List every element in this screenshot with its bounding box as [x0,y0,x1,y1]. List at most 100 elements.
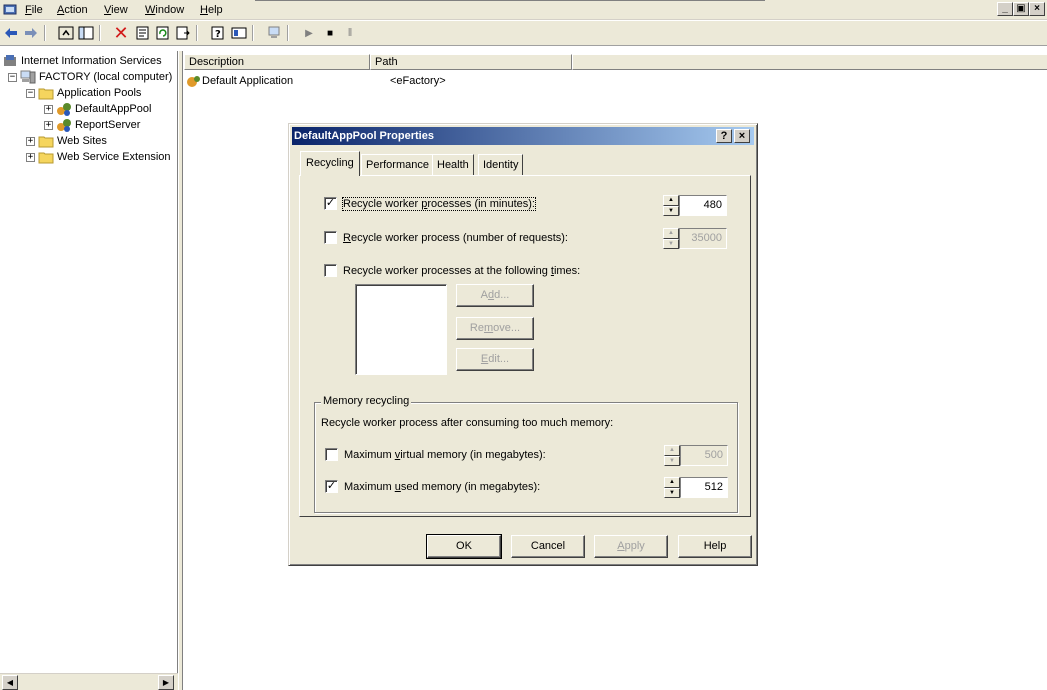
expand-icon[interactable]: + [26,136,35,146]
tree-item-web-sites[interactable]: + Web Sites [26,133,107,149]
toolbar-separator [44,25,46,41]
recycle-minutes-row[interactable]: ✓ Recycle worker processes (in minutes): [324,196,536,211]
recycle-times-row[interactable]: Recycle worker processes at the followin… [324,264,580,277]
max-virtual-checkbox[interactable] [325,448,338,461]
recycle-minutes-value[interactable]: 480 [679,195,727,216]
close-icon[interactable]: × [734,129,750,143]
recycle-minutes-spinner[interactable]: ▲ ▼ 480 [663,195,727,216]
tree-horizontal-scrollbar[interactable]: ◀ ▶ [0,673,178,690]
expand-icon[interactable]: + [26,152,35,162]
spinner-arrows[interactable]: ▲ ▼ [664,477,680,498]
column-header-description[interactable]: Description [184,54,370,70]
back-arrow-icon[interactable] [2,24,20,42]
spinner-arrows[interactable]: ▲ ▼ [664,445,680,466]
tree-item-iis[interactable]: Internet Information Services [2,53,162,69]
max-used-row[interactable]: ✓ Maximum used memory (in megabytes): [325,480,540,493]
minimize-icon[interactable]: _ [997,2,1013,16]
max-used-checkbox[interactable]: ✓ [325,480,338,493]
export-list-icon[interactable] [174,24,192,42]
pause-icon[interactable]: ‖ [341,24,359,42]
app-pool-icon [57,103,71,116]
list-cell-description: Default Application [202,75,294,87]
add-time-button[interactable]: Add... [456,284,534,307]
recycle-requests-row[interactable]: Recycle worker process (number of reques… [324,231,568,244]
spin-down-icon[interactable]: ▼ [664,487,680,498]
spin-down-icon[interactable]: ▼ [664,455,680,466]
tree-item-web-extensions[interactable]: + Web Service Extension [26,149,171,165]
max-virtual-label: Maximum virtual memory (in megabytes): [344,448,546,461]
properties-icon[interactable] [134,24,152,42]
spin-up-icon[interactable]: ▲ [663,228,679,239]
menu-action[interactable]: Action [57,4,88,16]
pane-splitter[interactable] [178,51,183,690]
spin-up-icon[interactable]: ▲ [663,195,679,206]
delete-icon[interactable]: ✕ [112,23,130,43]
computer-icon[interactable] [265,24,283,42]
max-virtual-value[interactable]: 500 [680,445,728,466]
console-tree-icon[interactable] [230,24,248,42]
menu-file[interactable]: File [25,4,43,16]
remove-time-button[interactable]: Remove... [456,317,534,340]
help-icon[interactable]: ? [209,24,227,42]
tree-item-defaultapppool[interactable]: + DefaultAppPool [44,101,152,117]
tree-label: Internet Information Services [21,55,162,67]
spin-up-icon[interactable]: ▲ [664,477,680,488]
stop-icon[interactable]: ■ [321,24,339,42]
tab-performance[interactable]: Performance [361,154,434,175]
tab-recycling[interactable]: Recycling [300,151,360,176]
toolbar-separator [196,25,198,41]
restore-icon[interactable]: ▣ [1013,2,1029,16]
expand-icon[interactable]: + [44,104,53,114]
recycle-requests-value[interactable]: 35000 [679,228,727,249]
max-virtual-row[interactable]: Maximum virtual memory (in megabytes): [325,448,546,461]
tree-label: Web Sites [57,135,107,147]
recycle-times-list[interactable] [355,284,447,375]
menu-view[interactable]: View [104,4,128,16]
folder-icon [38,136,54,148]
memory-description: Recycle worker process after consuming t… [321,417,614,429]
toolbar: ✕ ? ▶ ■ ‖ [0,21,1047,46]
list-row[interactable]: Default Application <eFactory> [186,73,446,89]
play-icon[interactable]: ▶ [300,24,318,42]
scroll-left-icon[interactable]: ◀ [2,675,18,690]
tree-item-computer[interactable]: − FACTORY (local computer) [8,69,172,85]
show-hide-tree-icon[interactable] [77,24,95,42]
recycle-times-checkbox[interactable] [324,264,337,277]
column-header-path[interactable]: Path [370,54,572,70]
recycle-requests-checkbox[interactable] [324,231,337,244]
recycle-minutes-checkbox[interactable]: ✓ [324,197,337,210]
ok-button[interactable]: OK [426,534,502,559]
mdi-window-buttons: _ ▣ × [997,2,1045,16]
max-used-value[interactable]: 512 [680,477,728,498]
menu-help[interactable]: Help [200,4,223,16]
up-folder-icon[interactable] [57,24,75,42]
cancel-button[interactable]: Cancel [511,535,585,558]
collapse-icon[interactable]: − [26,88,35,98]
spin-down-icon[interactable]: ▼ [663,205,679,216]
max-virtual-spinner[interactable]: ▲ ▼ 500 [664,445,728,466]
help-icon[interactable]: ? [716,129,732,143]
help-button[interactable]: Help [678,535,752,558]
forward-arrow-icon[interactable] [22,24,40,42]
tree-item-reportserver[interactable]: + ReportServer [44,117,140,133]
tree-item-app-pools[interactable]: − Application Pools [26,85,141,101]
spin-down-icon[interactable]: ▼ [663,238,679,249]
spinner-arrows[interactable]: ▲ ▼ [663,228,679,249]
collapse-icon[interactable]: − [8,72,17,82]
expand-icon[interactable]: + [44,120,53,130]
tree-label: ReportServer [75,119,141,131]
menu-window[interactable]: Window [145,4,184,16]
tab-identity[interactable]: Identity [478,154,524,175]
spin-up-icon[interactable]: ▲ [664,445,680,456]
refresh-icon[interactable] [154,24,172,42]
scroll-right-icon[interactable]: ▶ [158,675,174,690]
recycle-requests-spinner[interactable]: ▲ ▼ 35000 [663,228,727,249]
tab-health[interactable]: Health [432,154,474,175]
max-used-spinner[interactable]: ▲ ▼ 512 [664,477,728,498]
close-icon[interactable]: × [1029,2,1045,16]
apply-button[interactable]: Apply [594,535,668,558]
edit-time-button[interactable]: Edit... [456,348,534,371]
spinner-arrows[interactable]: ▲ ▼ [663,195,679,216]
max-used-label: Maximum used memory (in megabytes): [344,480,541,493]
dialog-title-bar[interactable]: DefaultAppPool Properties ? × [292,127,754,145]
